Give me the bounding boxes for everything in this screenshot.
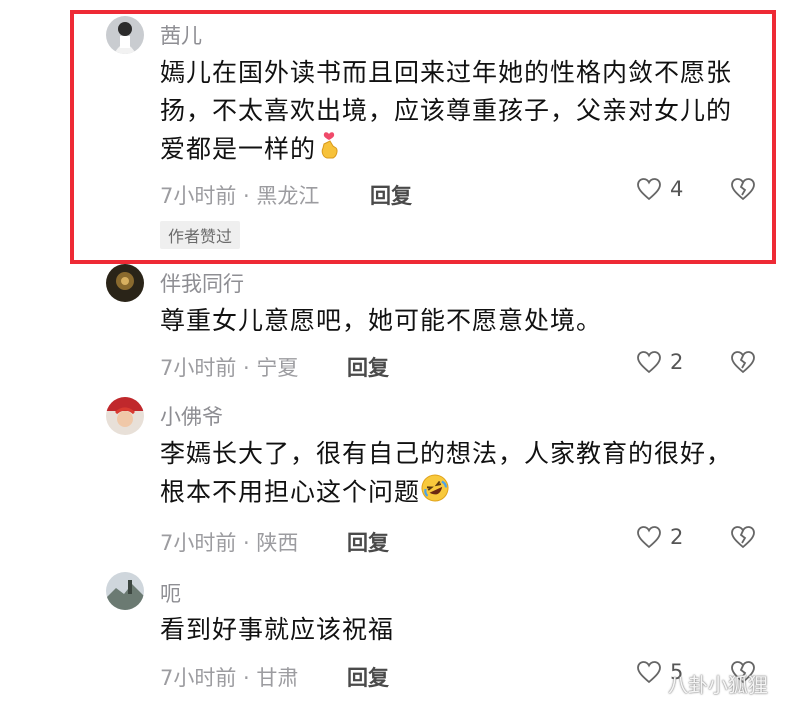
like-button[interactable]: 2 bbox=[636, 525, 683, 549]
username[interactable]: 茜儿 bbox=[160, 20, 202, 50]
like-count: 2 bbox=[670, 350, 684, 374]
username[interactable]: 小佛爷 bbox=[160, 401, 223, 431]
heart-icon bbox=[637, 661, 661, 684]
rolling-laughing-icon bbox=[420, 473, 450, 514]
comment-meta: 7小时前 · 宁夏 bbox=[160, 356, 299, 380]
avatar[interactable] bbox=[106, 264, 144, 302]
comment-meta: 7小时前 · 黑龙江 bbox=[160, 184, 320, 208]
finger-heart-icon bbox=[316, 130, 342, 171]
username[interactable]: 伴我同行 bbox=[160, 268, 244, 298]
heart-icon bbox=[637, 178, 661, 201]
watermark: 八卦小狐狸 bbox=[668, 673, 768, 697]
dislike-button[interactable] bbox=[730, 350, 756, 374]
comment-text: 看到好事就应该祝福 bbox=[160, 611, 750, 649]
comment-meta: 7小时前 · 甘肃 bbox=[160, 666, 299, 690]
reply-button[interactable]: 回复 bbox=[347, 527, 389, 557]
author-liked-badge: 作者赞过 bbox=[160, 221, 241, 249]
broken-heart-icon bbox=[731, 351, 755, 374]
like-button[interactable]: 2 bbox=[636, 350, 683, 374]
comment-text: 尊重女儿意愿吧，她可能不愿意处境。 bbox=[160, 302, 750, 340]
comment-text: 嫣儿在国外读书而且回来过年她的性格内敛不愿张扬，不太喜欢出境，应该尊重孩子，父亲… bbox=[160, 54, 750, 171]
username[interactable]: 呃 bbox=[160, 578, 181, 608]
like-button[interactable]: 4 bbox=[636, 177, 683, 201]
dislike-button[interactable] bbox=[730, 525, 756, 549]
like-count: 2 bbox=[670, 525, 684, 549]
heart-icon bbox=[637, 351, 661, 374]
comment-text-body: 尊重女儿意愿吧，她可能不愿意处境。 bbox=[160, 306, 603, 335]
heart-icon bbox=[637, 526, 661, 549]
broken-heart-icon bbox=[731, 178, 755, 201]
dislike-button[interactable] bbox=[730, 177, 756, 201]
reply-button[interactable]: 回复 bbox=[347, 662, 389, 692]
comment-text: 李嫣长大了，很有自己的想法，人家教育的很好，根本不用担心这个问题 bbox=[160, 435, 750, 514]
reply-button[interactable]: 回复 bbox=[347, 352, 389, 382]
like-count: 4 bbox=[670, 177, 684, 201]
reply-button[interactable]: 回复 bbox=[370, 180, 412, 210]
avatar[interactable] bbox=[106, 572, 144, 610]
avatar[interactable] bbox=[106, 397, 144, 435]
comment-meta: 7小时前 · 陕西 bbox=[160, 531, 299, 555]
avatar[interactable] bbox=[106, 16, 144, 54]
comment-text-body: 看到好事就应该祝福 bbox=[160, 615, 395, 644]
comment-text-body: 嫣儿在国外读书而且回来过年她的性格内敛不愿张扬，不太喜欢出境，应该尊重孩子，父亲… bbox=[160, 58, 733, 164]
broken-heart-icon bbox=[731, 526, 755, 549]
